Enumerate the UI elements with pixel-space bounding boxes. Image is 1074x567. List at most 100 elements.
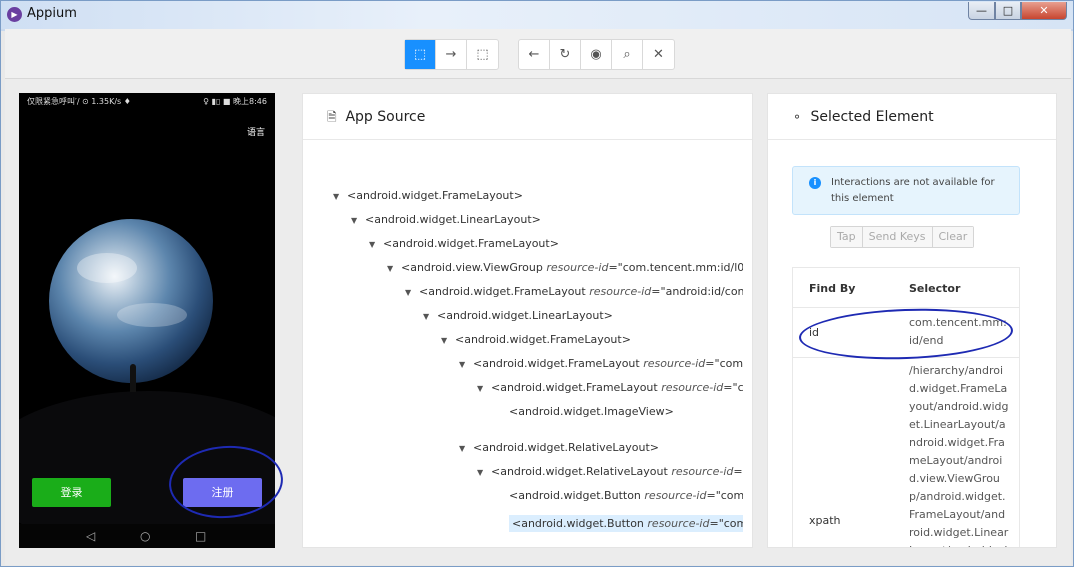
info-alert: i Interactions are not available for thi… [792,166,1020,215]
refresh-icon: ↻ [559,47,571,62]
window-title: Appium [27,6,77,21]
caret-down-icon[interactable]: ▼ [369,235,383,255]
tree-node-label: <android.widget.Button resource-id="com [509,489,743,502]
status-right-text: ♀ ▮▯ ■ 晚上8:46 [203,97,267,106]
nav-home-icon[interactable]: ○ [140,524,150,548]
tree-node[interactable]: ▼ <android.widget.RelativeLayout resource… [477,462,743,482]
earth-image [49,219,213,383]
select-element-button[interactable]: ⬚ [405,40,436,69]
selector-header: Selector [909,282,961,295]
select-element-icon: ⬚ [413,47,427,62]
swipe-icon: → [445,47,457,62]
tree-node-label: <android.widget.FrameLayout resource-id=… [491,381,743,394]
tree-node-label: <android.widget.FrameLayout resource-id=… [419,285,743,298]
caret-down-icon[interactable]: ▼ [459,439,473,459]
tap-button[interactable]: Tap [831,227,863,247]
send-keys-button[interactable]: Send Keys [862,227,933,247]
eye-icon: ◉ [590,47,602,62]
language-link[interactable]: 语言 [247,125,265,138]
element-action-buttons: Tap Send Keys Clear [830,226,975,248]
tree-node[interactable]: ▼ <android.widget.FrameLayout> [369,234,743,254]
nav-recent-icon[interactable]: □ [195,524,206,548]
caret-down-icon[interactable]: ▼ [387,259,401,279]
tree-node-label: <android.widget.Button resource-id="com [509,515,743,532]
find-by-header: Find By [809,282,856,295]
earth-cloud [77,253,137,283]
login-button[interactable]: 登录 [32,478,111,507]
caret-down-icon[interactable]: ▼ [423,307,437,327]
caret-down-icon[interactable]: ▼ [459,355,473,375]
device-nav-bar: ◁ ○ □ [19,524,275,548]
tree-node[interactable]: <android.widget.ImageView> [495,402,743,422]
close-button[interactable]: ✕ [643,40,674,69]
selector-cell[interactable]: /hierarchy/android.widget.FrameLayout/an… [909,362,1009,547]
tree-node[interactable]: ▼ <android.widget.FrameLayout> [441,330,743,350]
tree-node[interactable]: ▼ <android.widget.FrameLayout resource-id… [477,378,743,398]
source-tree: ▼ <android.widget.FrameLayout> ▼ <android.w… [303,186,743,556]
caret-down-icon[interactable]: ▼ [477,379,491,399]
minimize-button[interactable]: — [968,2,995,20]
tree-node-label: <android.widget.FrameLayout> [455,333,631,346]
document-icon: 🗎 [327,110,337,124]
info-text: Interactions are not available for this … [831,177,995,204]
back-button[interactable]: ← [519,40,550,69]
table-row[interactable]: xpath /hierarchy/android.widget.FrameLay… [793,360,1019,547]
tree-node-label: <android.widget.LinearLayout> [365,213,541,226]
action-button-group: ← ↻ ◉ ⌕ ✕ [518,39,675,70]
close-icon: ✕ [653,47,664,62]
device-status-bar: 仅限紧急呼叫′∕ ⊙ 1.35K/s ♦ ♀ ▮▯ ■ 晚上8:46 [19,93,275,111]
tree-node-label: <android.widget.RelativeLayout resource-… [491,465,743,478]
caret-down-icon[interactable]: ▼ [351,211,365,231]
back-icon: ← [528,47,540,62]
window-close-button[interactable]: ✕ [1021,2,1067,20]
tree-node-label: <android.widget.ImageView> [509,405,674,418]
tree-node[interactable]: ▼ <android.widget.LinearLayout> [423,306,743,326]
app-source-title: App Source [345,109,426,125]
tree-node[interactable]: ▼ <android.view.ViewGroup resource-id="co… [387,258,743,278]
refresh-button[interactable]: ↻ [550,40,581,69]
tree-node[interactable]: <android.widget.Button resource-id="com [495,514,743,534]
tree-node[interactable]: ▼ <android.widget.LinearLayout> [351,210,743,230]
maximize-button[interactable]: □ [995,2,1021,20]
inspector-content: ⬚ → ⬚ ← ↻ ◉ ⌕ ✕ 仅限紧急呼叫′∕ ⊙ 1.35K/s ♦ ♀ ▮▯ ■ 晚上… [5,29,1071,565]
tap-coordinates-icon: ⬚ [476,47,489,62]
caret-down-icon[interactable]: ▼ [405,283,419,303]
tree-node-label: <android.widget.FrameLayout> [383,237,559,250]
tree-node-label: <android.view.ViewGroup resource-id="com… [401,261,743,274]
table-header: Find By Selector [793,268,1019,308]
caret-down-icon[interactable]: ▼ [333,187,347,207]
tag-icon: ⚬ [792,110,803,124]
clear-button[interactable]: Clear [932,227,974,247]
caret-down-icon[interactable]: ▼ [477,463,491,483]
appium-logo-icon: ▶ [7,7,22,22]
nav-back-icon[interactable]: ◁ [86,524,95,548]
status-left-text: 仅限紧急呼叫′∕ ⊙ 1.35K/s ♦ [27,97,131,106]
app-source-panel: 🗎 App Source ▼ <android.widget.FrameLayou… [302,93,753,548]
search-icon: ⌕ [623,47,631,62]
tree-node[interactable]: ▼ <android.widget.FrameLayout resource-id… [459,354,743,374]
tree-node-label: <android.widget.LinearLayout> [437,309,613,322]
selected-element-header: ⚬ Selected Element [768,94,1056,140]
tree-node-label: <android.widget.FrameLayout resource-id=… [473,357,743,370]
tree-node-label: <android.widget.FrameLayout> [347,189,523,202]
tap-coordinates-button[interactable]: ⬚ [467,40,498,69]
standing-figure-image [130,364,136,392]
toolbar: ⬚ → ⬚ ← ↻ ◉ ⌕ ✕ [5,29,1071,79]
selected-element-title: Selected Element [810,109,934,125]
info-icon: i [809,177,821,189]
earth-cloud [117,303,187,327]
caret-down-icon[interactable]: ▼ [441,331,455,351]
swipe-button[interactable]: → [436,40,467,69]
appium-window: ▶ Appium — □ ✕ ⬚ → ⬚ ← ↻ ◉ ⌕ ✕ 仅限紧急呼叫′∕ ⊙ 1.35… [0,0,1074,567]
tree-node-label: <android.widget.RelativeLayout> [473,441,660,454]
tree-node[interactable]: ▼ <android.widget.FrameLayout resource-id… [405,282,743,302]
tree-node[interactable]: ▼ <android.widget.FrameLayout> [333,186,743,206]
eye-button[interactable]: ◉ [581,40,612,69]
mode-button-group: ⬚ → ⬚ [404,39,499,70]
search-button[interactable]: ⌕ [612,40,643,69]
find-by-cell: xpath [809,514,841,527]
app-source-header: 🗎 App Source [303,94,752,140]
tree-node[interactable]: <android.widget.Button resource-id="com [495,486,743,506]
title-bar: ▶ Appium — □ ✕ [1,1,1073,29]
tree-node[interactable]: ▼ <android.widget.RelativeLayout> [459,438,743,458]
